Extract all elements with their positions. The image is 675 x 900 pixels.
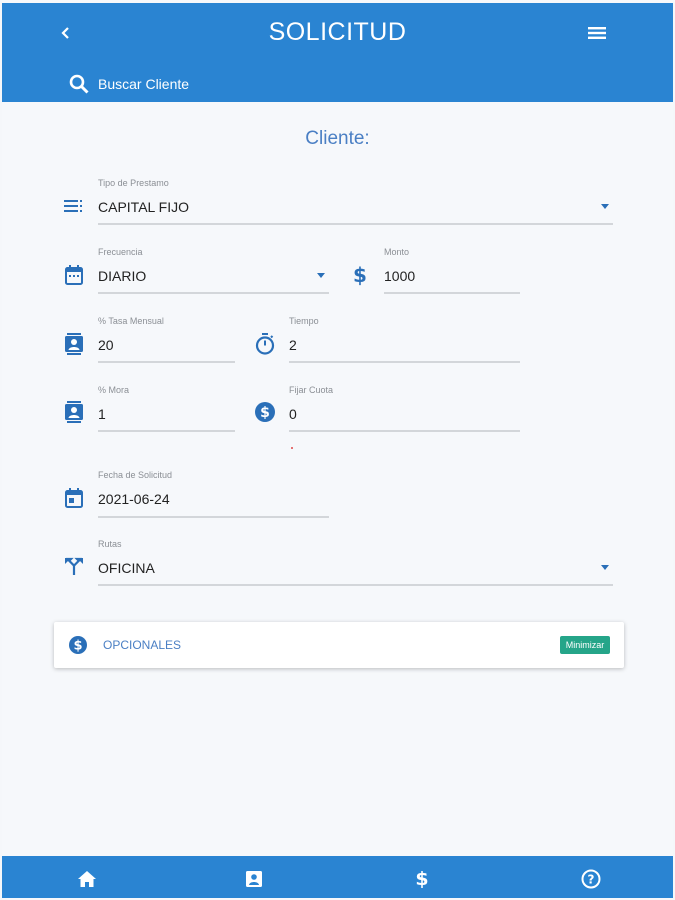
frecuencia-value: DIARIO [98, 268, 147, 284]
fijar-cuota-label: Fijar Cuota [289, 385, 334, 395]
opcionales-label: OPCIONALES [103, 638, 182, 652]
tipo-prestamo-value: CAPITAL FIJO [98, 199, 190, 215]
fecha-solicitud-label: Fecha de Solicitud [98, 470, 173, 480]
app-frame: SOLICITUD Buscar Cliente Cliente: Tipo d… [2, 0, 673, 900]
minimize-button[interactable]: Minimizar [560, 636, 610, 654]
tiempo-label: Tiempo [289, 316, 319, 326]
monto-field[interactable]: Monto 1000 [384, 247, 520, 294]
opcionales-panel[interactable]: $ OPCIONALES Minimizar [54, 622, 624, 668]
monto-label: Monto [384, 247, 410, 257]
tipo-prestamo-label: Tipo de Prestamo [98, 178, 169, 188]
call-split-icon [63, 556, 85, 578]
svg-text:?: ? [588, 873, 595, 887]
monto-value: 1000 [384, 268, 416, 284]
list-icon [63, 195, 85, 217]
bottom-nav: $ ? [2, 856, 673, 898]
search-icon [69, 74, 89, 94]
calendar-event-icon [63, 487, 85, 509]
frecuencia-label: Frecuencia [98, 247, 143, 257]
tasa-mensual-value: 20 [98, 337, 114, 353]
page-title: SOLICITUD [268, 18, 407, 46]
nav-help[interactable]: ? [580, 868, 602, 890]
dollar-circle-icon: $ [69, 636, 87, 654]
chevron-down-icon [317, 273, 325, 278]
mora-field[interactable]: % Mora 1 [98, 385, 235, 432]
dollar-icon: $ [415, 868, 429, 890]
dollar-icon: $ [353, 263, 367, 287]
chevron-down-icon [601, 565, 609, 570]
menu-button[interactable] [586, 21, 608, 45]
fijar-cuota-value: 0 [289, 406, 297, 422]
fijar-cuota-field[interactable]: Fijar Cuota 0 [289, 385, 520, 432]
nav-clients[interactable] [243, 868, 265, 890]
app-header: SOLICITUD Buscar Cliente [2, 3, 673, 102]
nav-home[interactable] [76, 868, 98, 890]
fecha-solicitud-value: 2021-06-24 [98, 491, 170, 507]
frecuencia-select[interactable]: Frecuencia DIARIO [98, 247, 329, 294]
hamburger-menu-icon [588, 27, 606, 39]
nav-loans[interactable]: $ [411, 868, 433, 890]
mora-label: % Mora [98, 385, 130, 395]
search-client-button[interactable]: Buscar Cliente [68, 71, 189, 97]
dollar-circle-icon: $ [254, 401, 276, 423]
svg-text:$: $ [73, 639, 82, 654]
timer-icon [254, 333, 276, 355]
rutas-select[interactable]: Rutas OFICINA [98, 539, 613, 586]
tiempo-value: 2 [289, 337, 297, 353]
validation-mark [291, 447, 293, 449]
tasa-mensual-label: % Tasa Mensual [98, 316, 164, 326]
calendar-icon [63, 264, 85, 286]
tiempo-field[interactable]: Tiempo 2 [289, 316, 520, 363]
tipo-prestamo-select[interactable]: Tipo de Prestamo CAPITAL FIJO [98, 178, 613, 225]
rutas-value: OFICINA [98, 560, 155, 576]
rutas-label: Rutas [98, 539, 122, 549]
chevron-down-icon [601, 204, 609, 209]
tasa-mensual-field[interactable]: % Tasa Mensual 20 [98, 316, 235, 363]
fecha-solicitud-field[interactable]: Fecha de Solicitud 2021-06-24 [98, 470, 329, 518]
contact-card-icon [63, 401, 85, 423]
help-circle-icon: ? [581, 869, 601, 889]
section-title: Cliente: [305, 128, 370, 149]
mora-value: 1 [98, 406, 106, 422]
contact-card-icon [246, 871, 262, 887]
home-icon [78, 871, 96, 887]
search-client-label: Buscar Cliente [98, 76, 190, 92]
contact-card-icon [63, 333, 85, 355]
svg-text:$: $ [260, 405, 270, 421]
